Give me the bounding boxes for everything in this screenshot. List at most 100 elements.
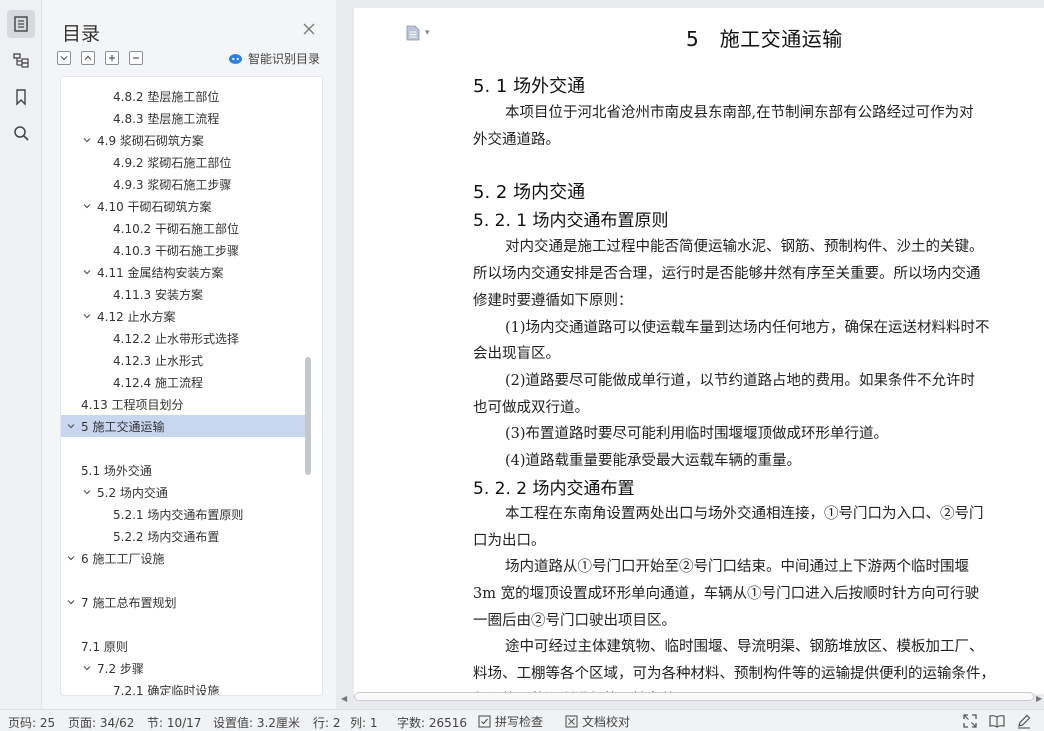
toc-item-label: 4.11.3 安装方案 [113, 287, 203, 302]
status-bar: 页码: 25 页面: 34/62 节: 10/17 设置值: 3.2厘米 行: … [0, 709, 1044, 731]
spell-check-button[interactable]: 拼写检查 [478, 713, 543, 730]
paragraph-line: 外交通道路。 [473, 132, 560, 148]
toc-item[interactable]: 5.1 场外交通 [61, 459, 305, 481]
chevron-down-icon[interactable] [65, 552, 77, 564]
heading-5-2-1: 5. 2. 1 场内交通布置原则 [473, 211, 669, 231]
toc-item[interactable]: 4.10.2 干砌石施工部位 [61, 217, 305, 239]
toc-item-label: 4.13 工程项目划分 [81, 397, 184, 412]
remove-heading-button[interactable] [129, 51, 143, 65]
smart-toc-button[interactable]: 智能识别目录 [228, 50, 320, 67]
paragraph-line: (2)道路要尽可能做成单行道，以节约道路占地的费用。如果条件不允许时 [505, 373, 976, 389]
toc-item[interactable]: 4.10.3 干砌石施工步骤 [61, 239, 305, 261]
chevron-down-icon[interactable] [65, 420, 77, 432]
toc-item-label: 5 施工交通运输 [81, 419, 165, 434]
chevron-down-icon [60, 56, 68, 61]
caret-down-icon[interactable]: ▾ [425, 28, 430, 38]
toc-item[interactable]: 7.2.1 确定临时设施 [61, 679, 305, 696]
toc-item[interactable]: 4.10 干砌石砌筑方案 [61, 195, 305, 217]
toc-item-label: 4.8.2 垫层施工部位 [113, 89, 220, 104]
toc-item-label: 7.2 步骤 [97, 661, 144, 676]
toc-item-label: 4.12.3 止水形式 [113, 353, 203, 368]
add-heading-button[interactable] [105, 51, 119, 65]
paragraph-line: (1)场内交通道路可以使运载车量到达场内任何地方，确保在运送材料料时不 [505, 320, 990, 336]
toc-item[interactable]: 7 施工总布置规划 [61, 591, 305, 613]
toc-item[interactable]: 4.11.3 安装方案 [61, 283, 305, 305]
toc-item[interactable]: 4.8.2 垫层施工部位 [61, 85, 305, 107]
proofread-button[interactable]: 文档校对 [565, 713, 630, 730]
chevron-down-icon[interactable] [81, 662, 93, 674]
status-word-count[interactable]: 字数: 26516 [397, 714, 467, 731]
toc-panel: 目录 智能识别目录 4.8.2 垫层施工部位 4.8.3 垫层施工流程 4.9 浆砌… [42, 0, 336, 709]
paragraph-line: 3m 宽的堰顶设置成环形单向通道，车辆从①号门口进入后按顺时针方向可行驶 [473, 586, 980, 602]
toc-item-label: 4.10.2 干砌石施工部位 [113, 221, 239, 236]
toc-item[interactable]: 4.8.3 垫层施工流程 [61, 107, 305, 129]
chapter-title: 5 施工交通运输 [686, 27, 843, 51]
toc-item[interactable]: 4.9.3 浆砌石施工步骤 [61, 173, 305, 195]
scroll-right-icon[interactable]: ▶ [1036, 694, 1042, 703]
paragraph-line: 料场、工棚等各个区域，可为各种材料、预制构件等的运输提供便利的运输条件， [473, 666, 995, 682]
toc-item[interactable]: 4.12.3 止水形式 [61, 349, 305, 371]
pen-edit-icon[interactable] [1016, 713, 1032, 729]
heading-5-2-2: 5. 2. 2 场内交通布置 [473, 479, 635, 499]
chevron-down-icon[interactable] [81, 486, 93, 498]
status-page[interactable]: 页面: 34/62 [68, 714, 134, 731]
status-page-number: 页码: 25 [8, 716, 56, 730]
toc-item[interactable]: 7.2 步骤 [61, 657, 305, 679]
toc-item[interactable]: 5.2.2 场内交通布置 [61, 525, 305, 547]
chapter-nav-button[interactable] [7, 46, 35, 74]
paragraph-line: 本项目位于河北省沧州市南皮县东南部,在节制闸东部有公路经过可作为对 [505, 105, 974, 121]
bookmark-icon [16, 89, 26, 106]
paragraph-line: 会出现盲区。 [473, 346, 560, 362]
collapse-all-button[interactable] [57, 51, 71, 65]
bookmark-button[interactable] [7, 83, 35, 111]
paragraph-line: 途中可经过主体建筑物、临时围堰、导流明渠、钢筋堆放区、模板加工厂、 [505, 639, 984, 655]
checkbox-checked-icon [478, 715, 491, 728]
expand-all-button[interactable] [81, 51, 95, 65]
toc-item[interactable]: 4.12 止水方案 [61, 305, 305, 327]
heading-5-2: 5. 2 场内交通 [473, 182, 586, 203]
toc-item[interactable]: 5 施工交通运输 [61, 415, 305, 437]
scroll-left-icon[interactable]: ◀ [341, 694, 347, 703]
horizontal-scrollbar[interactable] [354, 690, 1034, 702]
toc-panel-button[interactable] [7, 10, 35, 38]
paragraph-line: 本工程在东南角设置两处出口与场外交通相连接，①号门口为入口、②号门 [505, 506, 984, 522]
toc-item-label: 5.2.1 场内交通布置原则 [113, 507, 244, 522]
spell-check-label: 拼写检查 [495, 715, 544, 729]
toc-item[interactable]: 7.1 原则 [61, 635, 305, 657]
chevron-down-icon[interactable] [81, 134, 93, 146]
chevron-down-icon[interactable] [81, 266, 93, 278]
toc-tree: 4.8.2 垫层施工部位 4.8.3 垫层施工流程 4.9 浆砌石砌筑方案 4.9.2… [60, 76, 323, 696]
chevron-down-icon[interactable] [81, 310, 93, 322]
toc-item-label: 5.2 场内交通 [97, 485, 168, 500]
toc-item-label: 4.9.3 浆砌石施工步骤 [113, 177, 232, 192]
toc-item[interactable]: 5.2.1 场内交通布置原则 [61, 503, 305, 525]
proofread-icon [565, 715, 578, 728]
toc-item[interactable]: 4.13 工程项目划分 [61, 393, 305, 415]
toc-item[interactable]: 4.12.4 施工流程 [61, 371, 305, 393]
paragraph-line: (4)道路载重量要能承受最大运载车辆的重量。 [505, 453, 802, 469]
document-list-icon [14, 16, 28, 32]
scrollbar-thumb[interactable] [354, 692, 1034, 701]
toc-item[interactable]: 4.9 浆砌石砌筑方案 [61, 129, 305, 151]
toc-item-label: 7.2.1 确定临时设施 [113, 683, 220, 696]
toc-item[interactable]: 4.12.2 止水带形式选择 [61, 327, 305, 349]
close-icon[interactable] [301, 21, 317, 37]
toc-item-label: 4.11 金属结构安装方案 [97, 265, 224, 280]
ai-cloud-icon [229, 54, 242, 64]
paragraph-line: 一圈后由②号门口驶出项目区。 [473, 613, 676, 629]
toc-item[interactable]: 4.9.2 浆砌石施工部位 [61, 151, 305, 173]
read-mode-icon[interactable] [989, 713, 1005, 729]
search-button[interactable] [7, 119, 35, 147]
chevron-down-icon[interactable] [81, 200, 93, 212]
chevron-down-icon[interactable] [65, 596, 77, 608]
toc-item[interactable]: 4.11 金属结构安装方案 [61, 261, 305, 283]
toc-item-label: 5.2.2 场内交通布置 [113, 529, 220, 544]
document-icon[interactable] [406, 25, 420, 41]
toc-scrollbar[interactable] [305, 357, 311, 475]
fullscreen-icon[interactable] [962, 713, 978, 729]
toc-item[interactable]: 5.2 场内交通 [61, 481, 305, 503]
chevron-up-icon [84, 55, 92, 60]
left-rail [0, 0, 42, 709]
toc-item[interactable]: 6 施工工厂设施 [61, 547, 305, 569]
paragraph-line: (3)布置道路时要尽可能利用临时围堰堰顶做成环形单行道。 [505, 426, 889, 442]
